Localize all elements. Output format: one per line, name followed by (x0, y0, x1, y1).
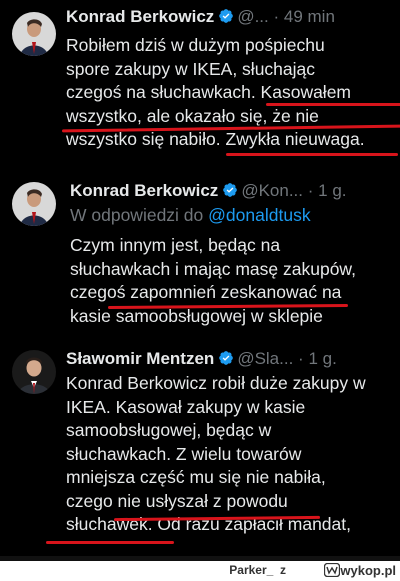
watermark-site: wykop.pl (340, 563, 396, 578)
tweet-line: czegoś zapomnień zeskanować na (70, 282, 342, 302)
tweet-line: Robiłem dziś w dużym pośpiechu (66, 35, 325, 55)
red-underline (46, 541, 174, 544)
tweet-line: słuchawkach i mając masę zakupów, (70, 258, 356, 279)
verified-badge-icon (223, 183, 238, 197)
avatar[interactable] (12, 350, 56, 394)
tweet-line: Czym innym jest, będąc na (70, 235, 281, 255)
tweet-2[interactable]: Konrad Berkowicz @Kon... · 1 g. W odpowie… (0, 172, 400, 332)
avatar[interactable] (12, 182, 56, 226)
author-handle[interactable]: @Sla... (237, 349, 293, 368)
reply-mention-link[interactable]: @donaldtusk (208, 205, 310, 225)
separator-dot: · (307, 181, 314, 200)
verified-badge-icon (219, 9, 234, 23)
author-name[interactable]: Konrad Berkowicz (66, 7, 214, 26)
separator-dot: · (273, 7, 280, 26)
tweet-1[interactable]: Konrad Berkowicz @... · 49 min Robiłem dz… (0, 0, 400, 160)
watermark-username: Parker_ (229, 563, 274, 577)
tweet-line: czego nie usłyszał z powodu (66, 490, 288, 511)
tweet-line: czegoś na słuchawkach. Kasowałem (66, 82, 352, 102)
author-name[interactable]: Konrad Berkowicz (70, 181, 218, 200)
timestamp[interactable]: 1 g. (318, 181, 346, 200)
timestamp[interactable]: 49 min (284, 7, 335, 26)
tweet-text: Czym innym jest, będąc na słuchawkach i … (70, 234, 356, 328)
reply-prefix: W odpowiedzi do (70, 205, 204, 225)
wykop-logo-icon: wykop.pl (324, 562, 396, 578)
timestamp[interactable]: 1 g. (308, 349, 336, 368)
verified-badge-icon (219, 351, 234, 365)
tweet-text: Robiłem dziś w dużym pośpiechu spore zak… (66, 34, 365, 152)
red-underline (226, 153, 398, 156)
watermark-separator: z (280, 563, 286, 577)
avatar[interactable] (12, 12, 56, 56)
tweet-line: samoobsługowej, będąc w (66, 420, 272, 440)
tweet-header: Sławomir Mentzen @Sla... · 1 g. (66, 348, 337, 370)
author-handle[interactable]: @Kon... (241, 181, 303, 200)
red-underline (266, 103, 400, 106)
watermark-text: Parker_ z (229, 563, 286, 577)
author-handle[interactable]: @... (237, 7, 268, 26)
tweet-line: Konrad Berkowicz robił duże zakupy w (66, 373, 366, 393)
separator-dot: · (298, 349, 304, 368)
author-name[interactable]: Sławomir Mentzen (66, 349, 214, 368)
tweet-line: IKEA. Kasował zakupy w kasie (66, 396, 306, 417)
tweet-line: słuchawkach. Z wielu towarów (66, 443, 302, 464)
reply-context: W odpowiedzi do @donaldtusk (70, 204, 311, 228)
tweet-header: Konrad Berkowicz @Kon... · 1 g. (70, 180, 347, 202)
tweet-line: wszystko, ale okazało się, że nie (66, 105, 319, 126)
tweet-text: Konrad Berkowicz robił duże zakupy w IKE… (66, 372, 366, 537)
tweet-line: spore zakupy w IKEA, słuchając (66, 58, 316, 79)
watermark-bar: Parker_ z wykop.pl (0, 561, 400, 581)
tweet-header: Konrad Berkowicz @... · 49 min (66, 6, 335, 28)
tweet-3[interactable]: Sławomir Mentzen @Sla... · 1 g. Konrad Be… (0, 342, 400, 556)
tweet-line: mniejsza część mu się nie nabiła, (66, 467, 326, 487)
